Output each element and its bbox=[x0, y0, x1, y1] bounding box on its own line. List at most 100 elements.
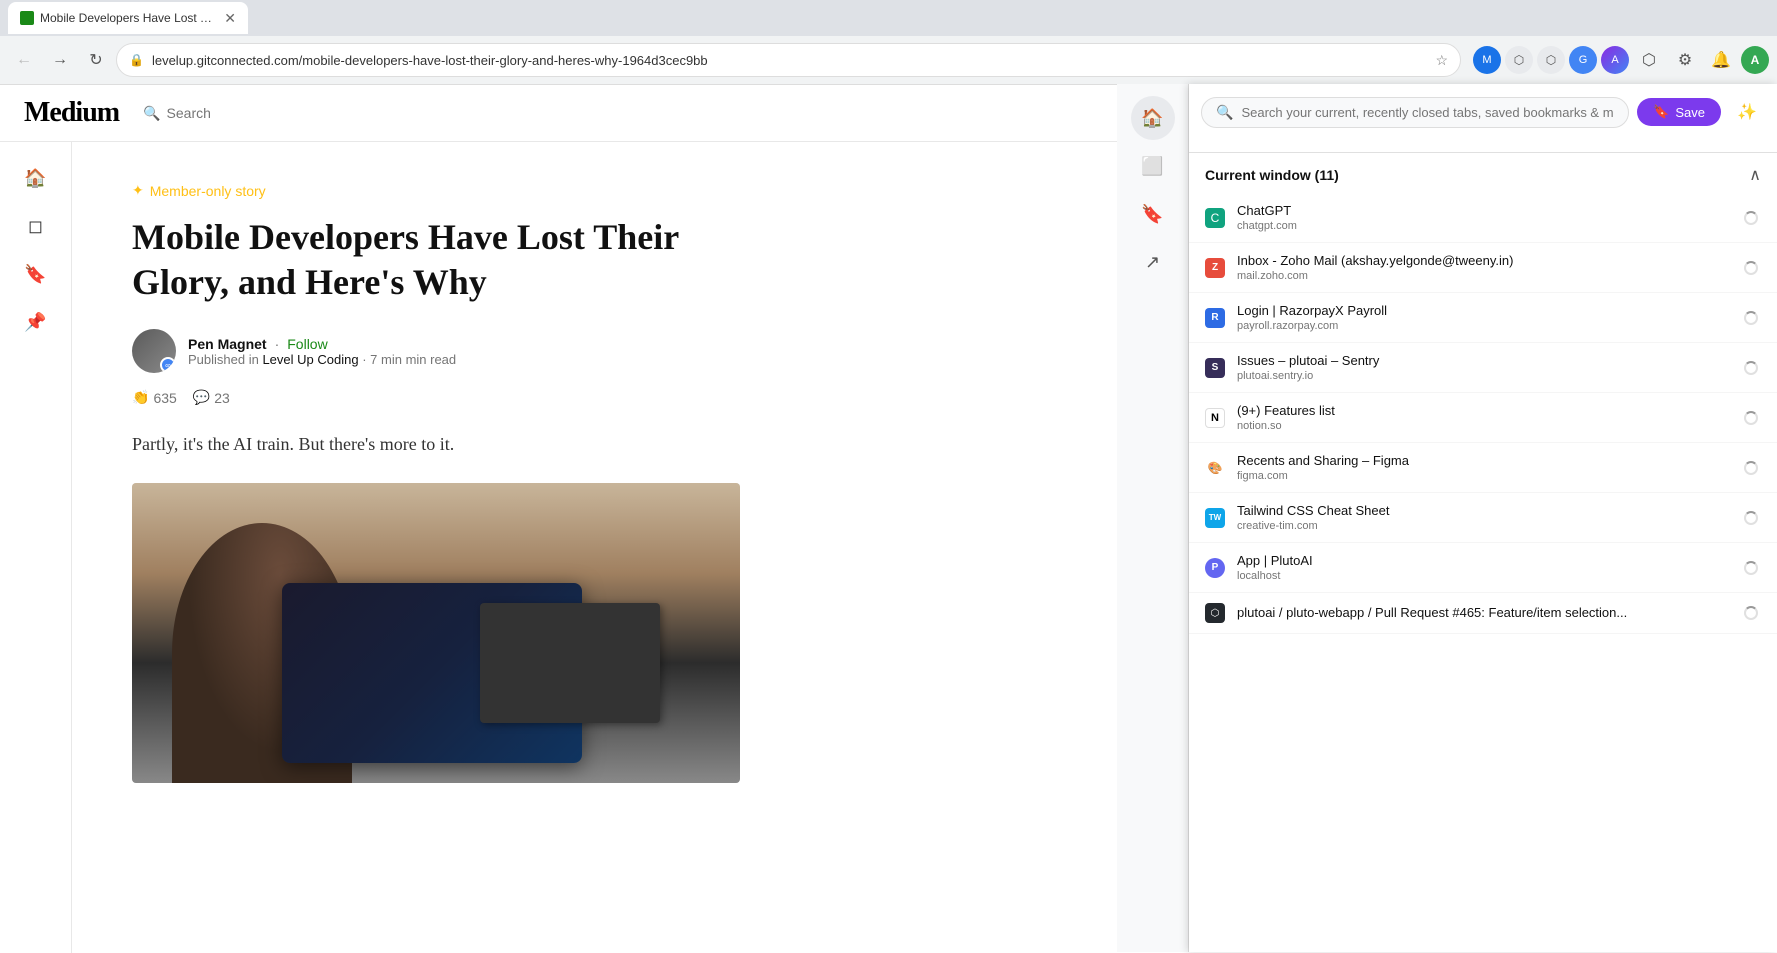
tab-item-title: Inbox - Zoho Mail (akshay.yelgonde@tween… bbox=[1237, 253, 1729, 268]
comments-count: 23 bbox=[214, 390, 230, 406]
sidebar-saved-icon[interactable]: 🔖 bbox=[16, 254, 56, 294]
tab-item-url: figma.com bbox=[1237, 470, 1729, 482]
author-avatar[interactable]: ∞ bbox=[132, 329, 176, 373]
tab-item[interactable]: TW Tailwind CSS Cheat Sheet creative-tim… bbox=[1189, 493, 1777, 543]
panel-sidebar: 🏠 ⬜ 🔖 ↗ bbox=[1117, 142, 1189, 952]
ext-icon-1[interactable]: M bbox=[1473, 46, 1501, 74]
pluto-favicon: P bbox=[1205, 558, 1225, 578]
panel-tabs-icon[interactable]: ⬜ bbox=[1131, 144, 1175, 188]
tab-item-info: Recents and Sharing – Figma figma.com bbox=[1237, 453, 1729, 482]
nav-bar: ← → ↻ 🔒 ☆ M ⬡ ⬡ G A ⬡ ⚙ 🔔 A bbox=[0, 36, 1777, 84]
article-image bbox=[132, 483, 740, 783]
tab-item-url: creative-tim.com bbox=[1237, 520, 1729, 532]
comments-stat[interactable]: 💬 23 bbox=[193, 389, 230, 406]
separator: · bbox=[275, 336, 280, 352]
tab-item-title: plutoai / pluto-webapp / Pull Request #4… bbox=[1237, 605, 1729, 620]
tab-loading-spinner bbox=[1741, 458, 1761, 478]
clap-icon: 👏 bbox=[132, 389, 149, 406]
tab-item[interactable]: Z Inbox - Zoho Mail (akshay.yelgonde@twe… bbox=[1189, 243, 1777, 293]
tab-item-info: Tailwind CSS Cheat Sheet creative-tim.co… bbox=[1237, 503, 1729, 532]
tab-item-url: plutoai.sentry.io bbox=[1237, 370, 1729, 382]
publication-link[interactable]: Level Up Coding bbox=[262, 352, 358, 367]
forward-button[interactable]: → bbox=[44, 44, 76, 76]
medium-sidebar: 🏠 ◻ 🔖 📌 bbox=[0, 142, 72, 953]
extensions-button[interactable]: ⬡ bbox=[1633, 44, 1665, 76]
tab-loading-spinner bbox=[1741, 603, 1761, 623]
ext-icon-4[interactable]: G bbox=[1569, 46, 1597, 74]
tab-close-button[interactable]: ✕ bbox=[224, 10, 236, 27]
panel-export-icon[interactable]: ↗ bbox=[1131, 240, 1175, 284]
tab-favicon bbox=[20, 11, 34, 25]
author-name[interactable]: Pen Magnet bbox=[188, 336, 267, 352]
tab-item[interactable]: R Login | RazorpayX Payroll payroll.razo… bbox=[1189, 293, 1777, 343]
tab-item-info: App | PlutoAI localhost bbox=[1237, 553, 1729, 582]
tab-loading-spinner bbox=[1741, 208, 1761, 228]
tailwind-favicon: TW bbox=[1205, 508, 1225, 528]
reload-button[interactable]: ↻ bbox=[80, 44, 112, 76]
article-intro: Partly, it's the AI train. But there's m… bbox=[132, 430, 740, 459]
follow-button[interactable]: Follow bbox=[287, 336, 327, 352]
address-bar-input[interactable] bbox=[152, 53, 1427, 68]
tab-item[interactable]: ⬡ plutoai / pluto-webapp / Pull Request … bbox=[1189, 593, 1777, 634]
ext-icon-3[interactable]: ⬡ bbox=[1537, 46, 1565, 74]
tab-item-title: Recents and Sharing – Figma bbox=[1237, 453, 1729, 468]
profile-avatar-button[interactable]: A bbox=[1741, 46, 1769, 74]
tab-item[interactable]: 🎨 Recents and Sharing – Figma figma.com bbox=[1189, 443, 1777, 493]
tab-item[interactable]: C ChatGPT chatgpt.com bbox=[1189, 193, 1777, 243]
sidebar-bookmark-icon[interactable]: ◻ bbox=[16, 206, 56, 246]
tab-bar: Mobile Developers Have Lost Their Glory,… bbox=[0, 0, 1777, 36]
profile-extensions-button[interactable]: A bbox=[1601, 46, 1629, 74]
lock-icon: 🔒 bbox=[129, 53, 144, 67]
tab-item[interactable]: P App | PlutoAI localhost bbox=[1189, 543, 1777, 593]
ext-icon-2[interactable]: ⬡ bbox=[1505, 46, 1533, 74]
tab-loading-spinner bbox=[1741, 358, 1761, 378]
panel-bookmark-icon[interactable]: 🔖 bbox=[1131, 192, 1175, 236]
sidebar-home-icon[interactable]: 🏠 bbox=[16, 158, 56, 198]
notification-button[interactable]: 🔔 bbox=[1705, 44, 1737, 76]
tab-loading-spinner bbox=[1741, 258, 1761, 278]
tab-item-url: localhost bbox=[1237, 570, 1729, 582]
tab-item-info: (9+) Features list notion.so bbox=[1237, 403, 1729, 432]
author-meta: Published in Level Up Coding · 7 min min… bbox=[188, 352, 456, 367]
tab-item-info: Issues – plutoai – Sentry plutoai.sentry… bbox=[1237, 353, 1729, 382]
back-button[interactable]: ← bbox=[8, 44, 40, 76]
current-window-title: Current window (11) bbox=[1205, 167, 1339, 183]
read-time: · 7 min min read bbox=[362, 352, 456, 367]
claps-count: 635 bbox=[153, 390, 176, 406]
tab-loading-spinner bbox=[1741, 508, 1761, 528]
star-icon[interactable]: ☆ bbox=[1435, 52, 1448, 69]
tab-item-title: ChatGPT bbox=[1237, 203, 1729, 218]
chatgpt-favicon: C bbox=[1205, 208, 1225, 228]
sidebar-pin-icon[interactable]: 📌 bbox=[16, 302, 56, 342]
sentry-favicon: S bbox=[1205, 358, 1225, 378]
article-area: ✦ Member-only story Mobile Developers Ha… bbox=[72, 142, 800, 953]
tab-item[interactable]: S Issues – plutoai – Sentry plutoai.sent… bbox=[1189, 343, 1777, 393]
active-tab[interactable]: Mobile Developers Have Lost Their Glory,… bbox=[8, 2, 248, 34]
article-title: Mobile Developers Have Lost Their Glory,… bbox=[132, 215, 740, 305]
tab-item-info: Inbox - Zoho Mail (akshay.yelgonde@tween… bbox=[1237, 253, 1729, 282]
panel-search-area: 🔍 🔖 Save ✨ bbox=[1189, 142, 1777, 153]
search-label: Search bbox=[167, 105, 211, 121]
sync-button[interactable]: ⚙ bbox=[1669, 44, 1701, 76]
page-wrapper: Medium 🔍 Search 🔔 A 🏠 ◻ 🔖 📌 ✦ Member-onl… bbox=[0, 85, 1777, 953]
tab-loading-spinner bbox=[1741, 308, 1761, 328]
claps-stat[interactable]: 👏 635 bbox=[132, 389, 177, 406]
tab-item-info: plutoai / pluto-webapp / Pull Request #4… bbox=[1237, 605, 1729, 622]
author-row: ∞ Pen Magnet · Follow Published in Level… bbox=[132, 329, 740, 373]
author-publication-badge: ∞ bbox=[160, 357, 176, 373]
nav-icons: M ⬡ ⬡ G A ⬡ ⚙ 🔔 A bbox=[1473, 44, 1769, 76]
medium-logo[interactable]: Medium bbox=[24, 97, 119, 129]
tab-title: Mobile Developers Have Lost Their Glory,… bbox=[40, 11, 218, 25]
github-favicon: ⬡ bbox=[1205, 603, 1225, 623]
address-bar-container[interactable]: 🔒 ☆ bbox=[116, 43, 1461, 77]
search-button[interactable]: 🔍 Search bbox=[143, 105, 211, 122]
razorpay-favicon: R bbox=[1205, 308, 1225, 328]
tab-loading-spinner bbox=[1741, 408, 1761, 428]
tab-list: C ChatGPT chatgpt.com Z Inbox - Zoho Mai… bbox=[1189, 193, 1777, 952]
tab-item-url: payroll.razorpay.com bbox=[1237, 320, 1729, 332]
tab-item-url: chatgpt.com bbox=[1237, 220, 1729, 232]
tab-item[interactable]: N (9+) Features list notion.so bbox=[1189, 393, 1777, 443]
collapse-button[interactable]: ∧ bbox=[1749, 165, 1761, 185]
member-star-icon: ✦ bbox=[132, 182, 144, 199]
author-info: Pen Magnet · Follow Published in Level U… bbox=[188, 336, 456, 367]
